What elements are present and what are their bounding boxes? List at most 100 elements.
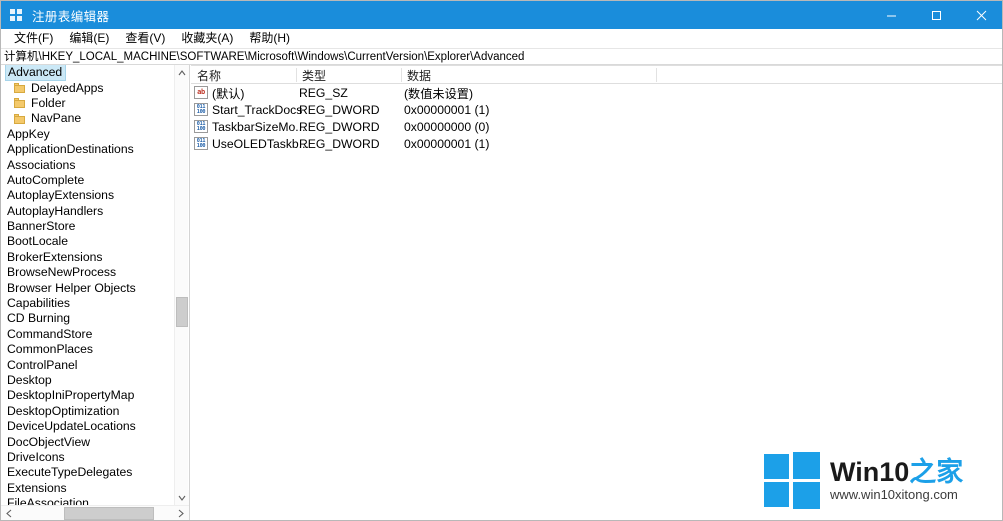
value-name: (默认)	[212, 86, 245, 101]
value-type: REG_DWORD	[299, 119, 380, 134]
tree-item-label: BootLocale	[7, 234, 68, 249]
tree-item-label: ApplicationDestinations	[7, 142, 134, 157]
tree-item-label: DesktopIniPropertyMap	[7, 388, 135, 403]
tree-item-bootlocale[interactable]: BootLocale	[1, 234, 175, 249]
tree-item-folder[interactable]: Folder	[1, 96, 175, 111]
registry-editor-icon	[9, 7, 25, 23]
menu-help[interactable]: 帮助(H)	[241, 29, 298, 48]
tree-item-label: DesktopOptimization	[7, 403, 120, 418]
menu-view[interactable]: 查看(V)	[117, 29, 173, 48]
tree-item-autocomplete[interactable]: AutoComplete	[1, 173, 175, 188]
reg-sz-icon: ab	[194, 86, 208, 99]
tree-item-delayedapps[interactable]: DelayedApps	[1, 80, 175, 95]
tree-item-label: DocObjectView	[7, 434, 91, 449]
value-data: (数值未设置)	[404, 86, 474, 101]
minimize-button[interactable]	[869, 1, 914, 29]
tree-hscrollbar-thumb[interactable]	[64, 507, 154, 520]
title-bar: 注册表编辑器	[1, 1, 1002, 29]
tree-item-autoplayextensions[interactable]: AutoplayExtensions	[1, 188, 175, 203]
menu-favorites[interactable]: 收藏夹(A)	[173, 29, 241, 48]
tree-item-autoplayhandlers[interactable]: AutoplayHandlers	[1, 204, 175, 219]
tree-scrollbar-thumb[interactable]	[176, 297, 188, 327]
tree-horizontal-scrollbar[interactable]	[1, 505, 189, 520]
tree-item-cd-burning[interactable]: CD Burning	[1, 311, 175, 326]
tree-item-label: ExecuteTypeDelegates	[7, 465, 133, 480]
tree-item-associations[interactable]: Associations	[1, 157, 175, 172]
tree-item-label: ControlPanel	[7, 357, 78, 372]
value-row[interactable]: 011 100 Start_TrackDocs REG_DWORD 0x00000001…	[191, 101, 1002, 118]
scroll-left-icon[interactable]	[1, 506, 17, 520]
tree-item-desktopoptimization[interactable]: DesktopOptimization	[1, 404, 175, 419]
tree-item-label: FileAssociation	[7, 496, 89, 505]
folder-icon	[14, 83, 25, 94]
reg-dword-icon: 011 100	[194, 137, 208, 150]
tree-item-label: DriveIcons	[7, 449, 65, 464]
tree-item-label: BrowseNewProcess	[7, 265, 117, 280]
tree-item-label: AppKey	[7, 126, 50, 141]
tree-item-commandstore[interactable]: CommandStore	[1, 327, 175, 342]
value-row[interactable]: 011 100 UseOLEDTaskb... REG_DWORD 0x00000001…	[191, 135, 1002, 152]
column-data[interactable]: 数据	[401, 66, 656, 84]
tree-item-label: Capabilities	[7, 296, 71, 311]
tree-item-bannerstore[interactable]: BannerStore	[1, 219, 175, 234]
value-type: REG_DWORD	[299, 136, 380, 151]
tree-item-browsenewprocess[interactable]: BrowseNewProcess	[1, 265, 175, 280]
value-row[interactable]: ab (默认) REG_SZ (数值未设置)	[191, 84, 1002, 101]
tree-item-label: AutoplayHandlers	[7, 203, 104, 218]
tree-item-label: BannerStore	[7, 219, 76, 234]
scroll-right-icon[interactable]	[173, 506, 189, 520]
tree-item-label: Extensions	[7, 480, 67, 495]
tree-item-desktopinipropertymap[interactable]: DesktopIniPropertyMap	[1, 388, 175, 403]
menu-bar: 文件(F) 编辑(E) 查看(V) 收藏夹(A) 帮助(H)	[1, 29, 1002, 49]
tree-item-label: BrokerExtensions	[7, 249, 103, 264]
column-name[interactable]: 名称	[191, 66, 296, 84]
tree-item-label: DeviceUpdateLocations	[7, 419, 136, 434]
tree-vertical-scrollbar[interactable]	[174, 65, 189, 505]
scroll-up-icon[interactable]	[175, 65, 189, 80]
tree-item-advanced[interactable]: Advanced	[1, 65, 175, 82]
close-button[interactable]	[959, 1, 1002, 29]
tree-item-label: Advanced	[5, 65, 67, 82]
menu-file[interactable]: 文件(F)	[6, 29, 61, 48]
tree-item-capabilities[interactable]: Capabilities	[1, 296, 175, 311]
value-name: Start_TrackDocs	[212, 102, 303, 117]
tree-item-docobjectview[interactable]: DocObjectView	[1, 434, 175, 449]
tree-item-fileassociation[interactable]: FileAssociation	[1, 496, 175, 505]
value-name: TaskbarSizeMo...	[212, 119, 306, 134]
tree-item-applicationdestinations[interactable]: ApplicationDestinations	[1, 142, 175, 157]
tree-item-label: NavPane	[31, 111, 82, 126]
tree-item-navpane[interactable]: NavPane	[1, 111, 175, 126]
column-type[interactable]: 类型	[296, 66, 401, 84]
window-controls	[869, 1, 1002, 29]
tree-item-label: AutoComplete	[7, 172, 85, 187]
tree-item-commonplaces[interactable]: CommonPlaces	[1, 342, 175, 357]
registry-path: 计算机\HKEY_LOCAL_MACHINE\SOFTWARE\Microsof…	[4, 50, 525, 63]
registry-tree[interactable]: Advanced DelayedApps Folder NavPane AppKey Ap…	[1, 65, 175, 505]
reg-dword-icon: 011 100	[194, 120, 208, 133]
tree-item-label: Desktop	[7, 373, 52, 387]
value-type: REG_SZ	[299, 85, 348, 100]
tree-item-label: CommonPlaces	[7, 342, 94, 357]
tree-item-controlpanel[interactable]: ControlPanel	[1, 357, 175, 372]
value-data: 0x00000001 (1)	[404, 136, 490, 151]
tree-item-desktop[interactable]: Desktop	[1, 373, 175, 388]
tree-item-brokerextensions[interactable]: BrokerExtensions	[1, 250, 175, 265]
value-row[interactable]: 011 100 TaskbarSizeMo... REG_DWORD 0x0000000…	[191, 118, 1002, 135]
tree-item-label: Associations	[7, 157, 76, 172]
address-bar[interactable]: 计算机\HKEY_LOCAL_MACHINE\SOFTWARE\Microsof…	[1, 49, 1002, 65]
tree-item-browser-helper-objects[interactable]: Browser Helper Objects	[1, 280, 175, 295]
tree-item-executetypedelegates[interactable]: ExecuteTypeDelegates	[1, 465, 175, 480]
column-divider-3[interactable]	[656, 68, 657, 82]
maximize-button[interactable]	[914, 1, 959, 29]
tree-item-label: DelayedApps	[31, 80, 104, 95]
registry-values-panel: 名称 类型 数据 ab (默认) REG_SZ (数值未设置) 011 100 Start_…	[191, 65, 1002, 520]
tree-item-appkey[interactable]: AppKey	[1, 127, 175, 142]
tree-item-extensions[interactable]: Extensions	[1, 481, 175, 496]
tree-item-driveicons[interactable]: DriveIcons	[1, 450, 175, 465]
registry-values-list[interactable]: ab (默认) REG_SZ (数值未设置) 011 100 Start_TrackDocs…	[191, 84, 1002, 520]
window-title: 注册表编辑器	[32, 9, 110, 24]
tree-item-deviceupdatelocations[interactable]: DeviceUpdateLocations	[1, 419, 175, 434]
menu-edit[interactable]: 编辑(E)	[61, 29, 117, 48]
scroll-down-icon[interactable]	[175, 490, 189, 505]
value-type: REG_DWORD	[299, 102, 380, 117]
